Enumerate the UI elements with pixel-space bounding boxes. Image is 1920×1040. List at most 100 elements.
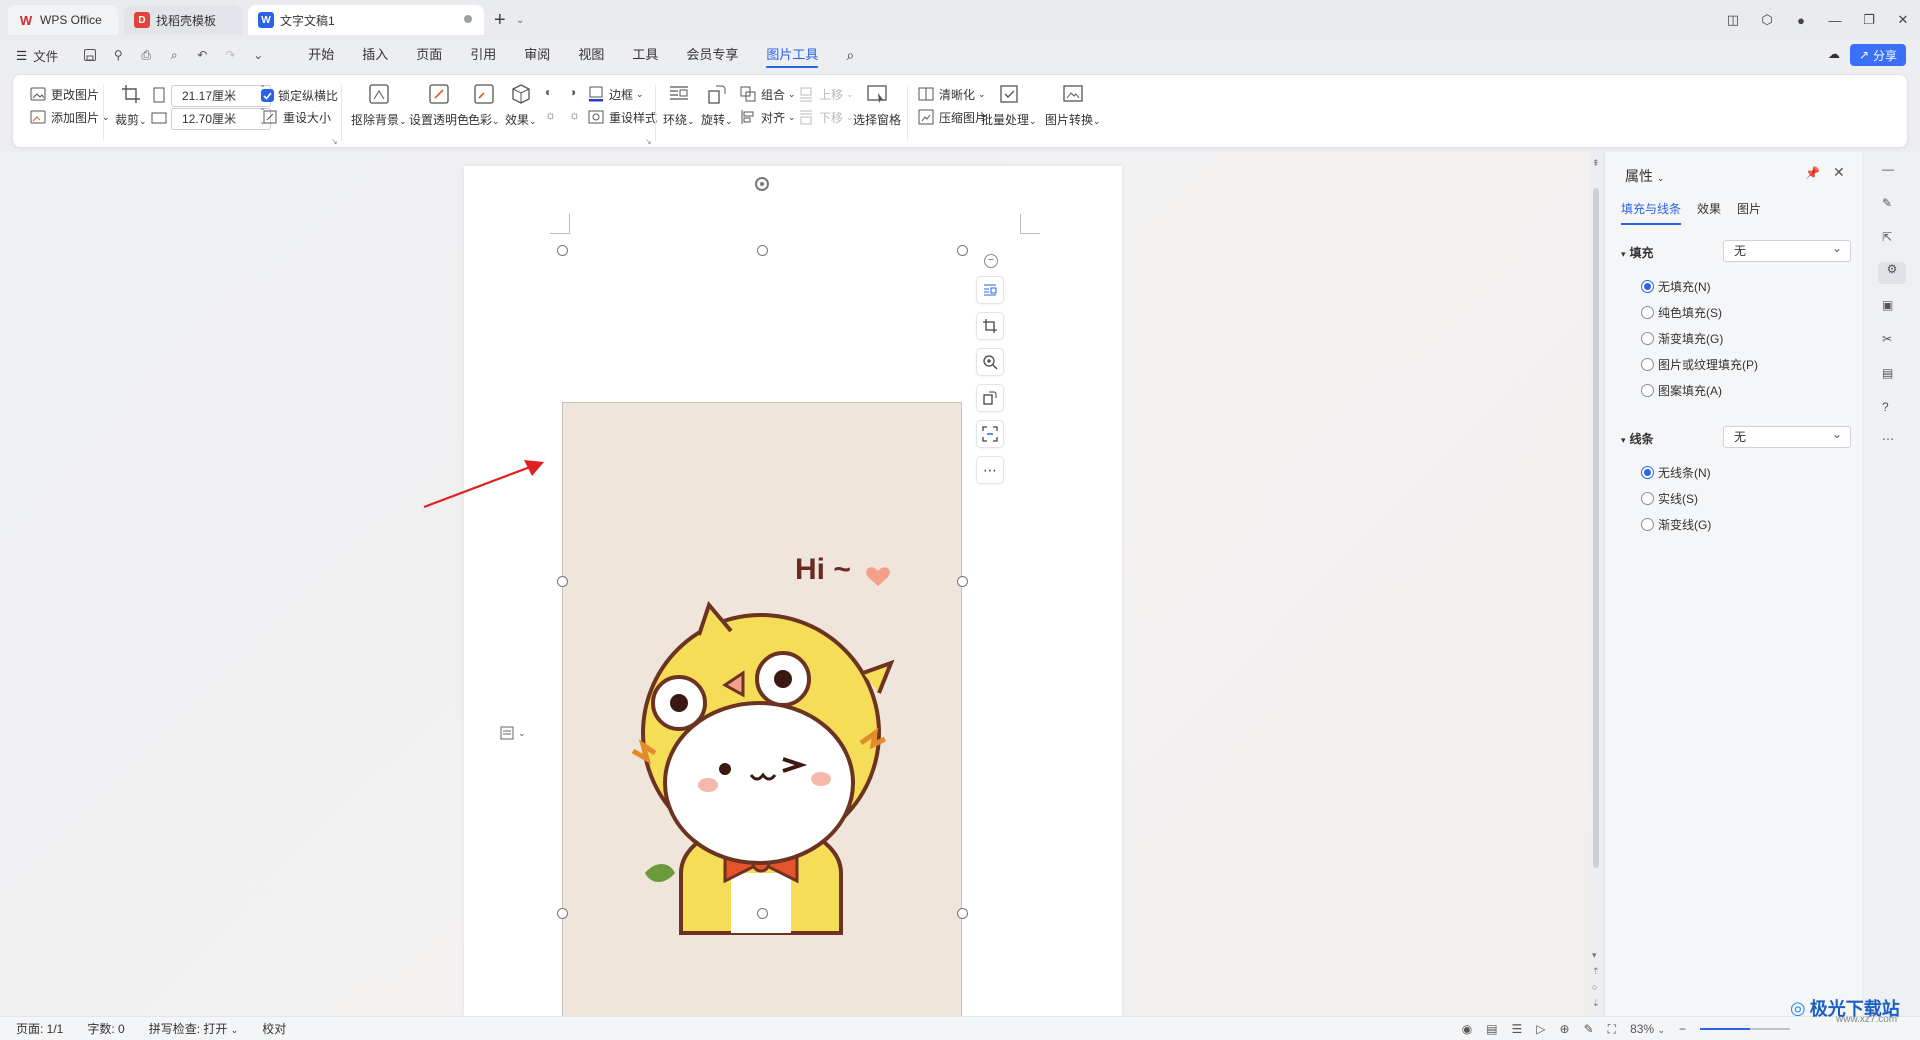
bring-forward-button[interactable]: 上移 ⌄ bbox=[797, 85, 854, 103]
document-canvas[interactable]: ⌄ Hi ~ − ⋯ bbox=[0, 152, 1590, 1040]
radio-solid-line[interactable]: 实线(S) bbox=[1641, 490, 1698, 507]
properties-icon[interactable]: ⚙ bbox=[1878, 262, 1906, 284]
reset-style-button[interactable]: 重设样式 bbox=[587, 108, 657, 126]
next-page-icon[interactable]: ⇣ bbox=[1592, 998, 1600, 1009]
menu-home[interactable]: 开始 bbox=[294, 40, 348, 70]
line-section-header[interactable]: ▾ 线条 bbox=[1621, 430, 1654, 447]
float-wrap-button[interactable] bbox=[976, 276, 1004, 304]
radio-no-fill[interactable]: 无填充(N) bbox=[1641, 278, 1711, 295]
rotate-button[interactable]: 旋转⌄ bbox=[701, 83, 733, 128]
word-count[interactable]: 字数: 0 bbox=[87, 1020, 124, 1037]
spell-check[interactable]: 拼写检查: 打开 ⌄ bbox=[149, 1020, 239, 1037]
contrast-up-icon[interactable]: ◑ bbox=[569, 85, 576, 99]
width-input[interactable]: 21.17厘米 bbox=[171, 84, 271, 107]
set-transparent-button[interactable]: 设置透明色 bbox=[409, 83, 469, 128]
file-menu[interactable]: ☰ 文件 bbox=[16, 46, 58, 65]
cloud-icon[interactable]: ☁ bbox=[1828, 47, 1840, 61]
page-indicator[interactable]: 页面: 1/1 bbox=[16, 1020, 63, 1037]
vertical-scrollbar[interactable]: ⇞ ▾ ⇡ ○ ⇣ bbox=[1590, 152, 1602, 1016]
tools-icon[interactable]: ✂ bbox=[1882, 332, 1904, 354]
reset-size-button[interactable]: 重设大小 bbox=[261, 108, 331, 126]
resize-handle-top-right[interactable] bbox=[957, 245, 968, 256]
edit-picture-icon[interactable]: ▣ bbox=[1882, 298, 1904, 320]
float-zoom-button[interactable] bbox=[976, 348, 1004, 376]
pen-icon[interactable]: ✎ bbox=[1882, 196, 1904, 218]
link-icon[interactable]: ⚲ bbox=[110, 47, 126, 63]
fit-page-icon[interactable]: ⛶ bbox=[1608, 1022, 1616, 1037]
menu-insert[interactable]: 插入 bbox=[348, 40, 402, 70]
browse-object-icon[interactable]: ○ bbox=[1592, 982, 1597, 992]
dialog-launcher-icon[interactable]: ↘ bbox=[645, 137, 652, 146]
border-button[interactable]: 边框 ⌄ bbox=[587, 85, 644, 103]
contrast-down-icon[interactable]: ☼ bbox=[569, 108, 580, 122]
share-button[interactable]: ↗ 分享 bbox=[1850, 44, 1906, 66]
menu-picture-tools[interactable]: 图片工具 bbox=[752, 40, 832, 70]
zoom-out-icon[interactable]: − bbox=[1679, 1022, 1686, 1036]
resize-handle-right[interactable] bbox=[957, 576, 968, 587]
menu-tools[interactable]: 工具 bbox=[618, 40, 672, 70]
float-crop-button[interactable] bbox=[976, 312, 1004, 340]
resize-handle-top-left[interactable] bbox=[557, 245, 568, 256]
preview-icon[interactable]: ⌕ bbox=[166, 47, 182, 63]
save-icon[interactable] bbox=[82, 47, 98, 63]
brightness-up-icon[interactable]: ◐ bbox=[545, 85, 552, 99]
send-backward-button[interactable]: 下移 ⌄ bbox=[797, 108, 854, 126]
scrollbar-thumb[interactable] bbox=[1593, 188, 1599, 868]
search-icon[interactable]: ⌕ bbox=[832, 40, 868, 70]
height-input[interactable]: 12.70厘米 bbox=[171, 107, 271, 130]
picture-convert-button[interactable]: 图片转换⌄ bbox=[1045, 83, 1101, 128]
resize-handle-bottom-right[interactable] bbox=[957, 908, 968, 919]
radio-picture-fill[interactable]: 图片或纹理填充(P) bbox=[1641, 356, 1758, 373]
float-extract-button[interactable] bbox=[976, 420, 1004, 448]
close-icon[interactable]: ✕ bbox=[1886, 12, 1920, 28]
tab-list-chevron-icon[interactable]: ⌄ bbox=[516, 15, 524, 26]
collapse-sidebar-icon[interactable]: — bbox=[1882, 162, 1904, 184]
selected-picture[interactable]: Hi ~ bbox=[562, 402, 962, 1040]
change-picture-button[interactable]: 更改图片 bbox=[29, 85, 99, 103]
radio-solid-fill[interactable]: 纯色填充(S) bbox=[1641, 304, 1722, 321]
layout-options-button[interactable]: ⌄ bbox=[500, 722, 538, 744]
close-panel-icon[interactable]: ✕ bbox=[1833, 164, 1845, 181]
edit-icon[interactable]: ✎ bbox=[1584, 1022, 1594, 1036]
radio-gradient-fill[interactable]: 渐变填充(G) bbox=[1641, 330, 1723, 347]
eye-icon[interactable]: ◉ bbox=[1462, 1022, 1472, 1036]
menu-references[interactable]: 引用 bbox=[456, 40, 510, 70]
rotate-handle-icon[interactable] bbox=[754, 176, 770, 192]
float-more-button[interactable]: ⋯ bbox=[976, 456, 1004, 484]
resize-handle-left[interactable] bbox=[557, 576, 568, 587]
resize-handle-top[interactable] bbox=[757, 245, 768, 256]
more-options-icon[interactable]: ⋯ bbox=[1882, 432, 1904, 454]
select-cursor-icon[interactable]: ⇱ bbox=[1882, 230, 1904, 252]
tab-document[interactable]: W 文字文稿1 bbox=[248, 5, 484, 35]
fill-section-header[interactable]: ▾ 填充 bbox=[1621, 244, 1654, 261]
proofread[interactable]: 校对 bbox=[262, 1020, 286, 1037]
group-button[interactable]: 组合 ⌄ bbox=[739, 85, 796, 103]
restore-icon[interactable]: ❐ bbox=[1852, 12, 1886, 28]
float-rotate-button[interactable] bbox=[976, 384, 1004, 412]
line-select[interactable]: 无 bbox=[1723, 424, 1851, 448]
book-icon[interactable]: ▤ bbox=[1882, 366, 1904, 388]
sharpen-button[interactable]: 清晰化 ⌄ bbox=[917, 85, 986, 103]
menu-view[interactable]: 视图 bbox=[564, 40, 618, 70]
tab-fill-line[interactable]: 填充与线条 bbox=[1621, 200, 1682, 225]
page-view-icon[interactable]: ▤ bbox=[1486, 1022, 1497, 1036]
prev-page-icon[interactable]: ⇡ bbox=[1592, 966, 1600, 977]
outline-view-icon[interactable]: ☰ bbox=[1512, 1022, 1523, 1036]
menu-review[interactable]: 审阅 bbox=[510, 40, 564, 70]
tab-wps-office[interactable]: W WPS Office bbox=[8, 5, 118, 35]
minimize-icon[interactable]: — bbox=[1818, 13, 1852, 28]
scroll-down-icon[interactable]: ▾ bbox=[1592, 950, 1597, 961]
scroll-top-icon[interactable]: ⇞ bbox=[1592, 158, 1600, 169]
wrap-button[interactable]: 环绕⌄ bbox=[663, 83, 695, 128]
tab-effects[interactable]: 效果 bbox=[1697, 200, 1721, 225]
menu-member[interactable]: 会员专享 bbox=[672, 40, 752, 70]
radio-no-line[interactable]: 无线条(N) bbox=[1641, 464, 1711, 481]
tab-template[interactable]: D 找稻壳模板 bbox=[124, 5, 242, 35]
menu-page[interactable]: 页面 bbox=[402, 40, 456, 70]
avatar[interactable]: ● bbox=[1784, 13, 1818, 28]
tab-picture[interactable]: 图片 bbox=[1737, 200, 1761, 225]
crop-button[interactable]: 裁剪⌄ bbox=[115, 83, 147, 128]
align-button[interactable]: 对齐 ⌄ bbox=[739, 108, 796, 126]
redo-icon[interactable]: ↷ bbox=[222, 47, 238, 63]
effects-button[interactable]: 效果⌄ bbox=[505, 83, 537, 128]
